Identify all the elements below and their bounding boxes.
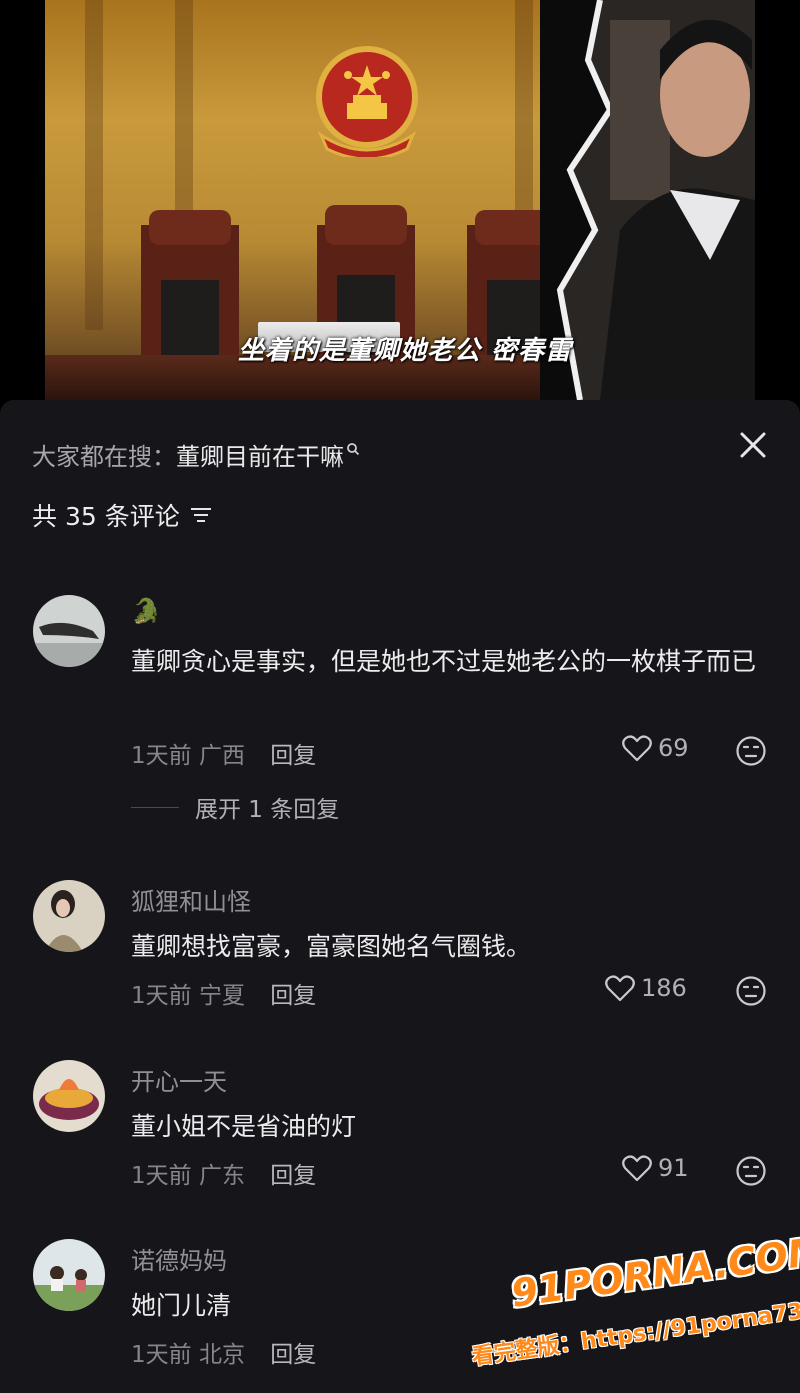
comment-location: 广东 [198,1163,245,1189]
comment-meta: 1天前 北京 回复 [131,1335,316,1369]
comment-count-header: 共 35 条评论 [32,497,212,533]
avatar[interactable] [33,1239,105,1311]
dislike-face-icon[interactable] [735,1155,767,1187]
video-player[interactable]: 坐着的是董卿她老公 密春雷 [0,0,800,410]
comment-location: 北京 [198,1342,245,1368]
comment-time: 1天前 [131,983,192,1009]
avatar[interactable] [33,880,105,952]
comment-username[interactable]: 狐狸和山怪 [131,882,251,917]
like-button[interactable]: 186 [605,974,687,1002]
reply-button[interactable]: 回复 [270,1342,316,1368]
avatar[interactable] [33,595,105,667]
dislike-face-icon[interactable] [735,735,767,767]
comment-meta: 1天前 宁夏 回复 [131,976,316,1010]
comment-time: 1天前 [131,743,192,769]
reply-button[interactable]: 回复 [270,983,316,1009]
comment-meta: 1天前 广西 回复 [131,736,316,770]
reply-button[interactable]: 回复 [270,743,316,769]
avatar[interactable] [33,1060,105,1132]
like-button[interactable]: 91 [622,1154,689,1182]
close-icon[interactable] [738,430,768,460]
comment-count: 共 35 条评论 [32,502,180,531]
video-caption: 坐着的是董卿她老公 密春雷 [238,336,573,366]
comment-meta: 1天前 广东 回复 [131,1156,316,1190]
comment-sheet: 大家都在搜：董卿目前在干嘛 共 35 条评论 🐊 董卿贪心是事实，但是她也不过是… [0,400,800,1393]
comment-text: 她门儿清 [131,1291,232,1320]
divider [131,806,179,808]
trending-search-keyword[interactable]: 董卿目前在干嘛 [176,443,344,471]
comment-username[interactable]: 🐊 [131,597,161,625]
wall-panel [85,0,103,330]
comment-username[interactable]: 诺德妈妈 [131,1241,227,1276]
like-count: 69 [658,734,689,762]
sort-icon[interactable] [190,505,212,525]
heart-icon [622,735,652,762]
comment-text: 董卿贪心是事实，但是她也不过是她老公的一枚棋子而已 [131,647,757,676]
comment-time: 1天前 [131,1163,192,1189]
judge-chair-image [141,210,239,375]
comment-time: 1天前 [131,1342,192,1368]
heart-icon [622,1155,652,1182]
dislike-face-icon[interactable] [735,975,767,1007]
expand-replies-label: 展开 1 条回复 [195,797,340,823]
expand-replies-button[interactable]: 展开 1 条回复 [131,790,339,824]
like-count: 91 [658,1154,689,1182]
trending-search-bar[interactable]: 大家都在搜：董卿目前在干嘛 [32,437,360,472]
national-emblem-image [316,46,418,157]
like-button[interactable]: 69 [622,734,689,762]
comment-text: 董小姐不是省油的灯 [131,1112,357,1141]
reply-button[interactable]: 回复 [270,1163,316,1189]
search-icon [347,443,360,456]
comment-location: 广西 [198,743,245,769]
trending-search-prefix: 大家都在搜： [32,443,176,471]
man-portrait-photo [540,0,755,400]
comment-username[interactable]: 开心一天 [131,1062,227,1097]
comment-text: 董卿想找富豪，富豪图她名气圈钱。 [131,932,532,961]
comment-location: 宁夏 [198,983,245,1009]
like-count: 186 [641,974,687,1002]
heart-icon [605,975,635,1002]
